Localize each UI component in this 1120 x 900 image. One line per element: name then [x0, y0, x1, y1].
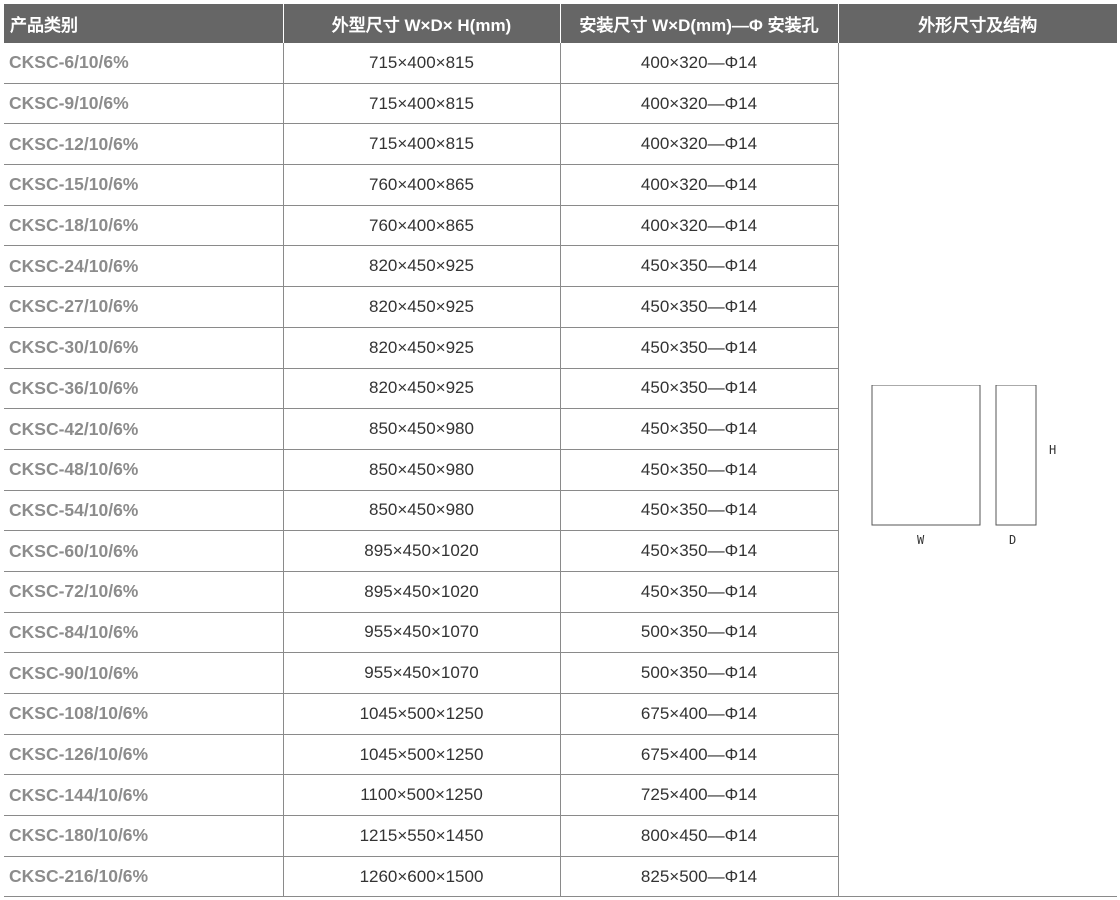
outer-dimensions-cell: 1215×550×1450 [283, 815, 561, 857]
mounting-dimensions-cell: 450×350—Φ14 [560, 449, 839, 491]
mounting-dimensions-cell: 400×320—Φ14 [560, 164, 839, 206]
mounting-dimensions-cell: 450×350—Φ14 [560, 368, 839, 410]
mounting-dimensions-cell: 450×350—Φ14 [560, 245, 839, 288]
model-cell: CKSC-126/10/6% [4, 734, 284, 776]
model-cell: CKSC-15/10/6% [4, 164, 284, 206]
model-cell: CKSC-12/10/6% [4, 123, 284, 166]
mounting-dimensions-cell: 400×320—Φ14 [560, 43, 839, 84]
outer-dimensions-cell: 1100×500×1250 [283, 774, 561, 817]
outer-dimensions-cell: 715×400×815 [283, 83, 561, 125]
model-cell: CKSC-6/10/6% [4, 43, 284, 84]
spec-table: 产品类别 外型尺寸 W×D× H(mm) 安装尺寸 W×D(mm)—Φ 安装孔 … [4, 4, 1117, 898]
outer-dimensions-cell: 820×450×925 [283, 245, 561, 288]
outer-dimensions-cell: 1260×600×1500 [283, 856, 561, 898]
model-cell: CKSC-9/10/6% [4, 83, 284, 125]
outer-dimensions-cell: 955×450×1070 [283, 612, 561, 654]
mounting-dimensions-cell: 450×350—Φ14 [560, 571, 839, 613]
mounting-dimensions-cell: 450×350—Φ14 [560, 327, 839, 369]
mounting-dimensions-cell: 675×400—Φ14 [560, 693, 839, 735]
mounting-dimensions-cell: 725×400—Φ14 [560, 774, 839, 817]
depth-label: D [1009, 533, 1016, 547]
outer-dimensions-cell: 820×450×925 [283, 368, 561, 410]
outer-dimensions-cell: 1045×500×1250 [283, 693, 561, 735]
mounting-dimensions-cell: 825×500—Φ14 [560, 856, 839, 898]
header-shape-structure: 外形尺寸及结构 [838, 4, 1117, 43]
model-cell: CKSC-108/10/6% [4, 693, 284, 735]
model-cell: CKSC-30/10/6% [4, 327, 284, 369]
diagram-cell: H W D [838, 43, 1117, 898]
mounting-dimensions-cell: 500×350—Φ14 [560, 612, 839, 654]
width-label: W [917, 533, 925, 547]
outer-dimensions-cell: 955×450×1070 [283, 652, 561, 694]
outer-dimensions-cell: 895×450×1020 [283, 571, 561, 613]
mounting-dimensions-cell: 675×400—Φ14 [560, 734, 839, 776]
outer-dimensions-cell: 715×400×815 [283, 123, 561, 166]
model-cell: CKSC-144/10/6% [4, 774, 284, 817]
mounting-dimensions-cell: 450×350—Φ14 [560, 530, 839, 572]
table-header-row: 产品类别 外型尺寸 W×D× H(mm) 安装尺寸 W×D(mm)—Φ 安装孔 … [4, 4, 1117, 43]
model-cell: CKSC-60/10/6% [4, 530, 284, 572]
mounting-dimensions-cell: 450×350—Φ14 [560, 490, 839, 532]
front-view-rect [871, 384, 981, 526]
header-product-category: 产品类别 [4, 4, 284, 43]
outer-dimensions-cell: 850×450×980 [283, 490, 561, 532]
mounting-dimensions-cell: 450×350—Φ14 [560, 286, 839, 328]
model-cell: CKSC-72/10/6% [4, 571, 284, 613]
model-cell: CKSC-24/10/6% [4, 245, 284, 288]
outer-dimensions-cell: 715×400×815 [283, 43, 561, 84]
model-cell: CKSC-180/10/6% [4, 815, 284, 857]
side-view-rect [995, 384, 1037, 526]
outer-dimensions-cell: 850×450×980 [283, 408, 561, 450]
model-cell: CKSC-18/10/6% [4, 205, 284, 247]
model-cell: CKSC-216/10/6% [4, 856, 284, 898]
model-cell: CKSC-42/10/6% [4, 408, 284, 450]
outer-dimensions-cell: 820×450×925 [283, 327, 561, 369]
outer-dimensions-cell: 820×450×925 [283, 286, 561, 328]
table-row: CKSC-6/10/6% 715×400×815 400×320—Φ14 H W D [4, 43, 1117, 898]
header-mounting-dimensions: 安装尺寸 W×D(mm)—Φ 安装孔 [560, 4, 839, 43]
outer-dimensions-cell: 895×450×1020 [283, 530, 561, 572]
mounting-dimensions-cell: 400×320—Φ14 [560, 123, 839, 166]
dimension-diagram: H W D [839, 384, 1117, 555]
outer-dimensions-cell: 760×400×865 [283, 205, 561, 247]
outer-dimensions-cell: 1045×500×1250 [283, 734, 561, 776]
model-cell: CKSC-48/10/6% [4, 449, 284, 491]
outer-dimensions-cell: 850×450×980 [283, 449, 561, 491]
dimension-diagram-svg: H W D [871, 384, 1056, 547]
model-cell: CKSC-84/10/6% [4, 612, 284, 654]
model-cell: CKSC-36/10/6% [4, 368, 284, 410]
mounting-dimensions-cell: 400×320—Φ14 [560, 83, 839, 125]
height-label: H [1049, 443, 1056, 457]
mounting-dimensions-cell: 400×320—Φ14 [560, 205, 839, 247]
mounting-dimensions-cell: 450×350—Φ14 [560, 408, 839, 450]
model-cell: CKSC-27/10/6% [4, 286, 284, 328]
model-cell: CKSC-90/10/6% [4, 652, 284, 694]
mounting-dimensions-cell: 500×350—Φ14 [560, 652, 839, 694]
mounting-dimensions-cell: 800×450—Φ14 [560, 815, 839, 857]
outer-dimensions-cell: 760×400×865 [283, 164, 561, 206]
header-outer-dimensions: 外型尺寸 W×D× H(mm) [283, 4, 561, 43]
model-cell: CKSC-54/10/6% [4, 490, 284, 532]
